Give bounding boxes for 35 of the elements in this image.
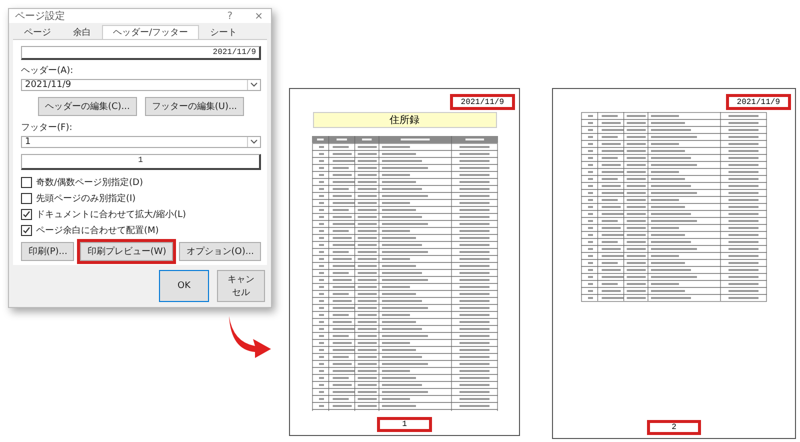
tab[interactable]: ヘッダー/フッター [102, 25, 200, 39]
window-title: ページ設定 [15, 10, 65, 23]
checkbox[interactable] [21, 177, 32, 188]
close-button[interactable]: × [250, 10, 267, 22]
checkbox[interactable] [21, 225, 32, 236]
checkbox[interactable] [21, 193, 32, 204]
tab[interactable]: 余白 [62, 25, 102, 39]
action-button[interactable]: 印刷(P)... [21, 242, 74, 261]
chevron-icon [247, 80, 260, 90]
action-button[interactable]: 印刷プレビュー(W) [80, 242, 174, 261]
page-header-text: 2021/11/9 [450, 94, 515, 110]
checkbox-label: 奇数/偶数ページ別指定(D) [36, 176, 143, 189]
page-header-text: 2021/11/9 [726, 94, 791, 110]
header-label: ヘッダー(A): [21, 64, 74, 76]
chevron-icon [247, 136, 260, 146]
edit-button[interactable]: ヘッダーの編集(C)... [38, 96, 137, 116]
checkbox-label: 先頭ページのみ別指定(I) [36, 192, 136, 205]
action-button[interactable]: オプション(O)... [179, 242, 261, 261]
footer-preview-text: 1 [138, 156, 143, 165]
checkbox-label: ドキュメントに合わせて拡大/縮小(L) [36, 208, 186, 221]
sheet-title: 住所録 [312, 112, 496, 128]
cancel-button[interactable]: キャンセル [217, 270, 265, 302]
header-dropdown[interactable]: 2021/11/9 [21, 78, 261, 90]
checkbox-label: ページ余白に合わせて配置(M) [36, 224, 159, 237]
page-number: 1 [377, 417, 432, 432]
edit-button[interactable]: フッターの編集(U)... [144, 96, 244, 116]
tab[interactable]: ページ [13, 25, 62, 39]
page-number: 2 [646, 420, 702, 435]
help-button[interactable]: ? [223, 10, 237, 22]
footer-label: フッター(F): [21, 122, 74, 134]
footer-dropdown[interactable]: 1 [21, 136, 261, 148]
checkbox[interactable] [21, 209, 32, 220]
header-preview-text: 2021/11/9 [212, 48, 256, 57]
ok-button[interactable]: OK [159, 270, 209, 302]
tab[interactable]: シート [199, 25, 248, 39]
